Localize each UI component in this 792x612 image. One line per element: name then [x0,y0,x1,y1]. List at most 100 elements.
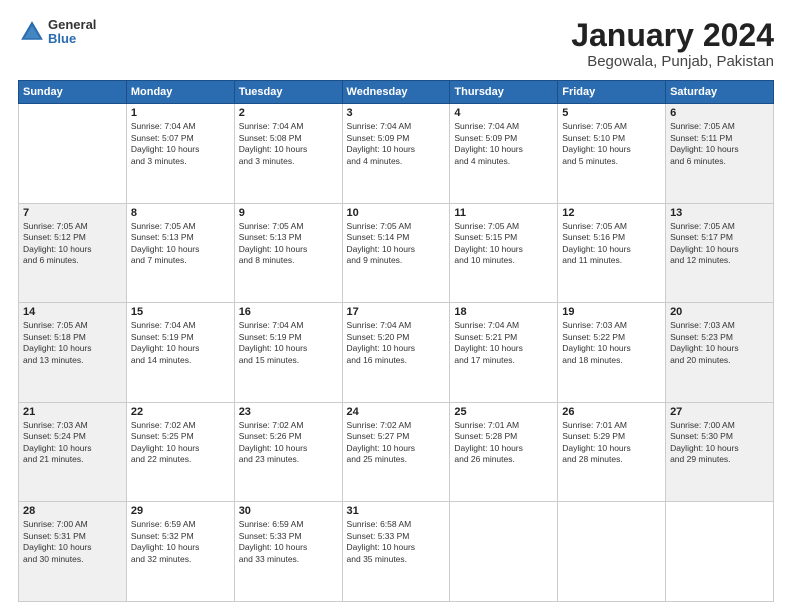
table-row: 23 Sunrise: 7:02 AM Sunset: 5:26 PM Dayli… [234,402,342,502]
day-info: Sunrise: 7:00 AM Sunset: 5:30 PM Dayligh… [670,420,769,466]
table-row: 19 Sunrise: 7:03 AM Sunset: 5:22 PM Dayli… [558,303,666,403]
day-number: 24 [347,406,446,418]
col-wednesday: Wednesday [342,81,450,104]
calendar-week-row: 14 Sunrise: 7:05 AM Sunset: 5:18 PM Dayli… [19,303,774,403]
day-number: 6 [670,107,769,119]
col-thursday: Thursday [450,81,558,104]
table-row: 31Sunrise: 6:58 AM Sunset: 5:33 PM Dayli… [342,502,450,602]
day-number: 3 [347,107,446,119]
table-row: 15 Sunrise: 7:04 AM Sunset: 5:19 PM Dayli… [126,303,234,403]
table-row: 11 Sunrise: 7:05 AM Sunset: 5:15 PM Dayli… [450,203,558,303]
logo: General Blue [18,18,96,47]
calendar-header-row: Sunday Monday Tuesday Wednesday Thursday… [19,81,774,104]
col-saturday: Saturday [666,81,774,104]
table-row: 16 Sunrise: 7:04 AM Sunset: 5:19 PM Dayli… [234,303,342,403]
day-number: 11 [454,207,553,219]
day-number: 2 [239,107,338,119]
day-info: Sunrise: 6:59 AM Sunset: 5:32 PM Dayligh… [131,519,230,565]
header: General Blue January 2024 Begowala, Punj… [18,18,774,70]
table-row: 5 Sunrise: 7:05 AM Sunset: 5:10 PM Daylig… [558,104,666,204]
day-number: 5 [562,107,661,119]
day-number: 10 [347,207,446,219]
calendar-table: Sunday Monday Tuesday Wednesday Thursday… [18,80,774,602]
day-number: 1 [131,107,230,119]
table-row: 18Sunrise: 7:04 AM Sunset: 5:21 PM Dayli… [450,303,558,403]
day-info: Sunrise: 6:59 AM Sunset: 5:33 PM Dayligh… [239,519,338,565]
table-row: 25Sunrise: 7:01 AM Sunset: 5:28 PM Dayli… [450,402,558,502]
col-tuesday: Tuesday [234,81,342,104]
day-number: 20 [670,306,769,318]
day-info: Sunrise: 7:03 AM Sunset: 5:22 PM Dayligh… [562,320,661,366]
day-number: 26 [562,406,661,418]
table-row: 17Sunrise: 7:04 AM Sunset: 5:20 PM Dayli… [342,303,450,403]
table-row: 22 Sunrise: 7:02 AM Sunset: 5:25 PM Dayli… [126,402,234,502]
day-info: Sunrise: 7:04 AM Sunset: 5:09 PM Dayligh… [454,121,553,167]
logo-general-label: General [48,18,96,32]
table-row: 10Sunrise: 7:05 AM Sunset: 5:14 PM Dayli… [342,203,450,303]
day-info: Sunrise: 7:05 AM Sunset: 5:17 PM Dayligh… [670,221,769,267]
table-row: 21Sunrise: 7:03 AM Sunset: 5:24 PM Dayli… [19,402,127,502]
calendar-week-row: 28 Sunrise: 7:00 AM Sunset: 5:31 PM Dayli… [19,502,774,602]
day-info: Sunrise: 7:05 AM Sunset: 5:13 PM Dayligh… [239,221,338,267]
col-monday: Monday [126,81,234,104]
day-info: Sunrise: 7:03 AM Sunset: 5:23 PM Dayligh… [670,320,769,366]
title-block: January 2024 Begowala, Punjab, Pakistan [571,18,774,70]
table-row: 14 Sunrise: 7:05 AM Sunset: 5:18 PM Dayli… [19,303,127,403]
table-row: 3 Sunrise: 7:04 AM Sunset: 5:09 PM Daylig… [342,104,450,204]
day-info: Sunrise: 7:04 AM Sunset: 5:19 PM Dayligh… [131,320,230,366]
table-row: 13Sunrise: 7:05 AM Sunset: 5:17 PM Dayli… [666,203,774,303]
day-number: 7 [23,207,122,219]
day-number: 31 [347,505,446,517]
table-row: 26Sunrise: 7:01 AM Sunset: 5:29 PM Dayli… [558,402,666,502]
day-number: 28 [23,505,122,517]
table-row: 30 Sunrise: 6:59 AM Sunset: 5:33 PM Dayli… [234,502,342,602]
day-number: 12 [562,207,661,219]
table-row [450,502,558,602]
calendar-week-row: 1 Sunrise: 7:04 AM Sunset: 5:07 PM Daylig… [19,104,774,204]
day-number: 30 [239,505,338,517]
table-row: 9Sunrise: 7:05 AM Sunset: 5:13 PM Daylig… [234,203,342,303]
day-info: Sunrise: 7:02 AM Sunset: 5:26 PM Dayligh… [239,420,338,466]
table-row: 29 Sunrise: 6:59 AM Sunset: 5:32 PM Dayli… [126,502,234,602]
day-number: 14 [23,306,122,318]
table-row: 8Sunrise: 7:05 AM Sunset: 5:13 PM Daylig… [126,203,234,303]
day-info: Sunrise: 7:04 AM Sunset: 5:21 PM Dayligh… [454,320,553,366]
table-row: 20 Sunrise: 7:03 AM Sunset: 5:23 PM Dayli… [666,303,774,403]
table-row [19,104,127,204]
table-row: 2 Sunrise: 7:04 AM Sunset: 5:08 PM Daylig… [234,104,342,204]
logo-text: General Blue [48,18,96,47]
day-info: Sunrise: 7:05 AM Sunset: 5:18 PM Dayligh… [23,320,122,366]
calendar-week-row: 7 Sunrise: 7:05 AM Sunset: 5:12 PM Daylig… [19,203,774,303]
day-number: 22 [131,406,230,418]
day-info: Sunrise: 7:04 AM Sunset: 5:07 PM Dayligh… [131,121,230,167]
day-number: 15 [131,306,230,318]
day-info: Sunrise: 7:05 AM Sunset: 5:15 PM Dayligh… [454,221,553,267]
page-title: January 2024 [571,18,774,53]
day-info: Sunrise: 7:05 AM Sunset: 5:10 PM Dayligh… [562,121,661,167]
day-number: 21 [23,406,122,418]
table-row: 28 Sunrise: 7:00 AM Sunset: 5:31 PM Dayli… [19,502,127,602]
col-sunday: Sunday [19,81,127,104]
day-number: 4 [454,107,553,119]
table-row: 24 Sunrise: 7:02 AM Sunset: 5:27 PM Dayli… [342,402,450,502]
day-number: 23 [239,406,338,418]
day-number: 16 [239,306,338,318]
page-subtitle: Begowala, Punjab, Pakistan [571,53,774,70]
day-info: Sunrise: 7:02 AM Sunset: 5:25 PM Dayligh… [131,420,230,466]
day-number: 27 [670,406,769,418]
day-info: Sunrise: 7:05 AM Sunset: 5:12 PM Dayligh… [23,221,122,267]
day-info: Sunrise: 7:04 AM Sunset: 5:09 PM Dayligh… [347,121,446,167]
logo-icon [18,18,46,46]
day-info: Sunrise: 7:04 AM Sunset: 5:19 PM Dayligh… [239,320,338,366]
day-info: Sunrise: 7:05 AM Sunset: 5:11 PM Dayligh… [670,121,769,167]
day-info: Sunrise: 7:05 AM Sunset: 5:13 PM Dayligh… [131,221,230,267]
day-info: Sunrise: 7:00 AM Sunset: 5:31 PM Dayligh… [23,519,122,565]
day-number: 29 [131,505,230,517]
calendar-week-row: 21Sunrise: 7:03 AM Sunset: 5:24 PM Dayli… [19,402,774,502]
day-info: Sunrise: 7:02 AM Sunset: 5:27 PM Dayligh… [347,420,446,466]
table-row: 12Sunrise: 7:05 AM Sunset: 5:16 PM Dayli… [558,203,666,303]
day-number: 19 [562,306,661,318]
day-info: Sunrise: 7:04 AM Sunset: 5:08 PM Dayligh… [239,121,338,167]
day-info: Sunrise: 7:01 AM Sunset: 5:28 PM Dayligh… [454,420,553,466]
table-row: 4 Sunrise: 7:04 AM Sunset: 5:09 PM Daylig… [450,104,558,204]
